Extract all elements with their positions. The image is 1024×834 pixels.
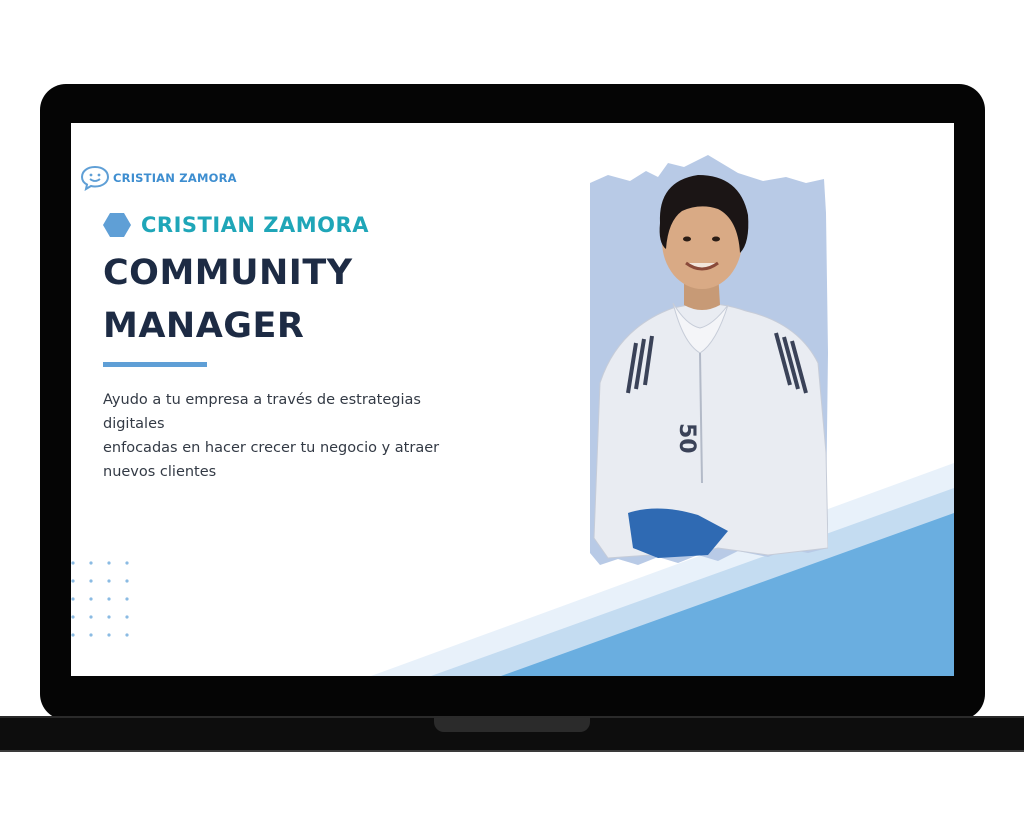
laptop-screen: 50 CRISTIAN ZAMORA CRISTIAN ZAMORA COMMU… (71, 123, 954, 676)
tagline-line-1: Ayudo a tu empresa a través de estrategi… (103, 392, 421, 432)
name-label: CRISTIAN ZAMORA (141, 213, 369, 237)
title-line-1: COMMUNITY (103, 253, 353, 293)
brand-logo[interactable]: CRISTIAN ZAMORA (80, 163, 237, 193)
svg-text:50: 50 (674, 423, 699, 454)
title-line-2: MANAGER (103, 306, 305, 346)
dot-grid-decoration (71, 561, 129, 637)
page-title: COMMUNITY MANAGER (103, 247, 353, 353)
tagline: Ayudo a tu empresa a través de estrategi… (103, 388, 475, 484)
laptop-notch (434, 716, 590, 732)
tagline-line-3: nuevos clientes (103, 464, 217, 480)
tagline-line-2: enfocadas en hacer crecer tu negocio y a… (103, 440, 440, 456)
profile-photo: 50 (590, 155, 828, 565)
logo-text: CRISTIAN ZAMORA (113, 171, 237, 185)
accent-divider (103, 362, 207, 367)
speech-bubble-smile-icon (80, 165, 110, 191)
